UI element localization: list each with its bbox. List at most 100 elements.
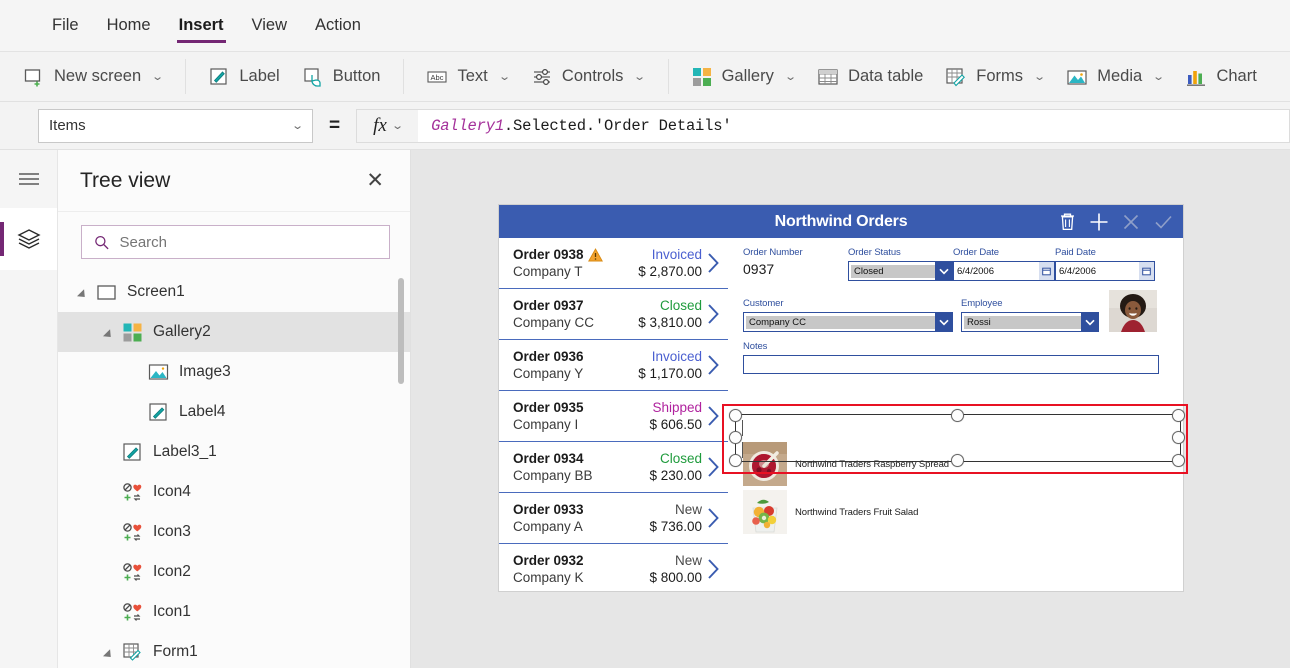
tree-node-icon2[interactable]: Icon2 <box>58 552 410 592</box>
order-amount: $ 1,170.00 <box>638 366 702 381</box>
menu-item-file[interactable]: File <box>38 0 93 51</box>
button-button[interactable]: Button <box>291 57 392 96</box>
employee-dropdown[interactable]: Rossi <box>961 312 1099 332</box>
cancel-icon[interactable] <box>1117 208 1145 236</box>
resize-handle-bottom-left[interactable] <box>729 454 742 467</box>
order-chevron-icon[interactable] <box>702 302 724 326</box>
tree-scrollbar-thumb[interactable] <box>398 278 404 384</box>
resize-handle-middle-right[interactable] <box>1172 431 1185 444</box>
order-chevron-icon[interactable] <box>702 506 724 530</box>
tree-search-box[interactable] <box>81 225 390 259</box>
detail-item-row[interactable]: Northwind Traders Fruit Salad <box>743 488 1178 536</box>
formula-input[interactable]: Gallery1 .Selected.'Order Details' <box>418 108 1290 143</box>
resize-handle-middle-left[interactable] <box>729 431 742 444</box>
order-date-picker[interactable]: 6/4/2006 <box>953 261 1055 281</box>
save-icon[interactable] <box>1149 208 1177 236</box>
order-row[interactable]: Order 0935 Shipped Company I $ 606.50 <box>499 391 728 442</box>
text-button[interactable]: Abc Text ⌄ <box>415 57 519 96</box>
resize-handle-bottom-right[interactable] <box>1172 454 1185 467</box>
tree-node-icon3[interactable]: Icon3 <box>58 512 410 552</box>
order-status-dropdown[interactable]: Closed <box>848 261 953 281</box>
order-gallery[interactable]: Order 0938 Invoiced Company T $ 2,870.00… <box>499 238 728 591</box>
menu-item-action[interactable]: Action <box>301 0 375 51</box>
order-row[interactable]: Order 0937 Closed Company CC $ 3,810.00 <box>499 289 728 340</box>
menu-item-home[interactable]: Home <box>93 0 165 51</box>
order-row[interactable]: Order 0932 New Company K $ 800.00 <box>499 544 728 591</box>
dropdown-chevron-icon[interactable] <box>935 313 952 331</box>
customer-dropdown[interactable]: Company CC <box>743 312 953 332</box>
formula-rest: .Selected.'Order Details' <box>503 116 732 135</box>
chevron-down-icon <box>938 268 949 275</box>
order-row-top: Order 0937 Closed <box>513 298 702 313</box>
icons-icon <box>123 482 142 501</box>
paid-date-picker[interactable]: 6/4/2006 <box>1055 261 1155 281</box>
order-chevron-icon[interactable] <box>702 251 724 275</box>
gallery-icon <box>123 323 142 341</box>
trash-icon <box>1060 213 1074 231</box>
tree-node-label: Icon4 <box>153 483 191 500</box>
tree-node-gallery2[interactable]: Gallery2 <box>58 312 410 352</box>
calendar-icon[interactable] <box>1139 262 1154 280</box>
chevron-right-icon <box>707 304 719 324</box>
media-button[interactable]: Media ⌄ <box>1055 57 1174 96</box>
forms-button[interactable]: Forms ⌄ <box>934 57 1055 96</box>
forms-button-label: Forms <box>976 67 1024 85</box>
add-icon[interactable] <box>1085 208 1113 236</box>
label-button[interactable]: Label <box>197 57 290 96</box>
fx-button[interactable]: fx ⌄ <box>356 108 419 143</box>
tree-node-icon4[interactable]: Icon4 <box>58 472 410 512</box>
order-status: Closed <box>659 298 702 313</box>
tree-node-label3-1[interactable]: Label3_1 <box>58 432 410 472</box>
tree-node-image3[interactable]: Image3 <box>58 352 410 392</box>
property-select[interactable]: Items ⌄ <box>38 108 313 143</box>
tree-node-screen1[interactable]: Screen1 <box>58 272 410 312</box>
order-chevron-icon[interactable] <box>702 557 724 581</box>
order-row-content: Order 0934 Closed Company BB $ 230.00 <box>513 451 702 483</box>
order-chevron-icon[interactable] <box>702 404 724 428</box>
icons-icon <box>123 522 142 541</box>
delete-icon[interactable] <box>1053 208 1081 236</box>
menu-item-insert[interactable]: Insert <box>165 0 238 51</box>
resize-handle-top-right[interactable] <box>1172 409 1185 422</box>
resize-handle-top-center[interactable] <box>951 409 964 422</box>
expand-arrow-icon[interactable] <box>104 326 117 339</box>
dropdown-chevron-icon[interactable] <box>935 262 952 280</box>
data-table-button[interactable]: Data table <box>806 57 934 96</box>
hamburger-menu-button[interactable] <box>0 150 57 208</box>
tree-node-label4[interactable]: Label4 <box>58 392 410 432</box>
app-preview-frame: Northwind Orders Order 0938 Invoiced Com… <box>499 205 1183 591</box>
order-company: Company I <box>513 417 579 432</box>
media-button-label: Media <box>1097 67 1143 85</box>
close-icon[interactable]: ✕ <box>360 166 390 195</box>
order-chevron-icon[interactable] <box>702 455 724 479</box>
notes-input[interactable] <box>743 355 1159 374</box>
order-row[interactable]: Order 0934 Closed Company BB $ 230.00 <box>499 442 728 493</box>
tree-node-form1[interactable]: Form1 <box>58 632 410 668</box>
ribbon-group-input: Abc Text ⌄ Controls ⌄ <box>403 51 667 102</box>
tree-node-icon1[interactable]: Icon1 <box>58 592 410 632</box>
chevron-down-icon: ⌄ <box>784 71 797 83</box>
order-row[interactable]: Order 0938 Invoiced Company T $ 2,870.00 <box>499 238 728 289</box>
order-row-bottom: Company T $ 2,870.00 <box>513 262 702 279</box>
canvas-area[interactable]: Northwind Orders Order 0938 Invoiced Com… <box>411 150 1290 668</box>
rail-tab-tree-view[interactable] <box>0 208 57 270</box>
resize-handle-bottom-center[interactable] <box>951 454 964 467</box>
employee-value: Rossi <box>964 315 1081 329</box>
check-icon <box>1154 215 1172 229</box>
order-chevron-icon[interactable] <box>702 353 724 377</box>
gallery-button[interactable]: Gallery ⌄ <box>680 57 806 96</box>
chart-button[interactable]: Chart <box>1174 57 1267 96</box>
chevron-right-icon <box>707 406 719 426</box>
order-row[interactable]: Order 0933 New Company A $ 736.00 <box>499 493 728 544</box>
expand-arrow-icon[interactable] <box>104 646 117 659</box>
order-row[interactable]: Order 0936 Invoiced Company Y $ 1,170.00 <box>499 340 728 391</box>
expand-arrow-icon[interactable] <box>78 286 91 299</box>
new-screen-button[interactable]: New screen ⌄ <box>12 57 173 96</box>
dropdown-chevron-icon[interactable] <box>1081 313 1098 331</box>
resize-handle-top-left[interactable] <box>729 409 742 422</box>
tree-node-list[interactable]: Screen1 Gallery2 Image3 Label4 Label3_1 … <box>58 272 410 668</box>
controls-button[interactable]: Controls ⌄ <box>520 57 656 96</box>
menu-item-view[interactable]: View <box>238 0 301 51</box>
search-input[interactable] <box>119 233 377 251</box>
calendar-icon[interactable] <box>1039 262 1054 280</box>
